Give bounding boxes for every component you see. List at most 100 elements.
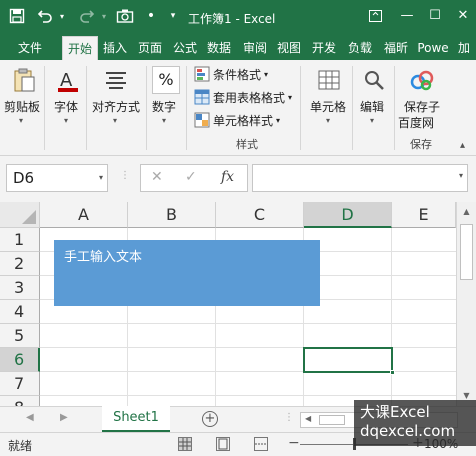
tab-add[interactable]: 加 [454,36,474,60]
name-box[interactable]: D6 ▾ [6,164,108,192]
conditional-format-button[interactable]: 条件格式 ▾ [194,64,268,84]
active-cell-d6[interactable] [303,347,393,373]
row-header-7[interactable]: 7 [0,372,40,396]
cells-caret-icon[interactable]: ▾ [326,116,330,125]
ribbon-collapse-icon[interactable]: ▴ [460,140,465,151]
maximize-button[interactable]: ☐ [422,6,448,26]
number-label[interactable]: 数字 [152,98,176,115]
page-layout-view-icon[interactable] [216,437,230,451]
text-box-shape[interactable]: 手工输入文本 [54,240,320,306]
redo-dropdown-icon[interactable]: ▾ [98,4,110,28]
watermark-line-1: 大课Excel [360,403,430,421]
tab-review[interactable]: 审阅 [240,36,270,60]
save-to-baidu-label-2[interactable]: 百度网 [398,114,434,131]
row-header-1[interactable]: 1 [0,228,40,252]
ribbon-display-options-button[interactable] [362,6,388,26]
conditional-format-label: 条件格式 [213,67,262,82]
fill-handle[interactable] [390,370,395,375]
cancel-icon[interactable]: ✕ [151,169,163,185]
zoom-out-button[interactable]: − [288,435,300,451]
format-as-table-caret-icon: ▾ [288,92,293,102]
redo-icon[interactable] [76,4,98,28]
row-header-2[interactable]: 2 [0,252,40,276]
expand-formula-bar-icon[interactable]: ▾ [459,171,463,180]
add-sheet-icon[interactable]: + [202,411,218,427]
window-title: 工作簿1 - Excel [188,12,276,26]
undo-dropdown-icon[interactable]: ▾ [56,4,68,28]
column-header-a[interactable]: A [40,202,128,228]
clipboard-caret-icon[interactable]: ▾ [19,116,23,125]
format-as-table-label: 套用表格格式 [213,90,286,105]
column-header-e[interactable]: E [392,202,456,228]
cells-label[interactable]: 单元格 [310,98,346,115]
tab-view[interactable]: 视图 [274,36,304,60]
scroll-up-icon[interactable]: ▲ [459,204,474,220]
editing-label[interactable]: 编辑 [360,98,384,115]
font-color-icon[interactable]: A [54,66,82,94]
row-header-5[interactable]: 5 [0,324,40,348]
sheet-tab-sheet1[interactable]: Sheet1 [102,406,170,432]
gridline [391,228,392,406]
minimize-button[interactable]: — [394,6,420,26]
camera-icon[interactable] [114,4,136,28]
clipboard-label[interactable]: 剪贴板 [4,98,40,115]
ribbon: 剪贴板 ▾ A 字体 ▾ 对齐方式 ▾ % 数字 ▾ 条件格式 ▾ 套用表格格式… [0,60,476,156]
formula-bar-splitter[interactable]: ⋮ [120,170,130,181]
editing-caret-icon[interactable]: ▾ [370,116,374,125]
cells-icon[interactable] [315,66,343,94]
number-caret-icon[interactable]: ▾ [162,116,166,125]
sheet-prev-icon[interactable]: ◀ [26,412,34,423]
qat-separator-dot: • [146,8,156,24]
row-header-6[interactable]: 6 [0,348,40,372]
cell-styles-button[interactable]: 单元格样式 ▾ [194,110,280,130]
number-format-icon[interactable]: % [152,66,180,94]
formula-input[interactable]: ▾ [252,164,468,192]
customize-qat-icon[interactable]: ▾ [166,4,180,28]
horizontal-scroll-thumb[interactable] [319,415,345,425]
vertical-scroll-thumb[interactable] [460,224,473,280]
row-header-4[interactable]: 4 [0,300,40,324]
separator [186,66,187,150]
alignment-label[interactable]: 对齐方式 [92,98,140,115]
page-break-view-icon[interactable] [254,437,268,451]
font-caret-icon[interactable]: ▾ [64,116,68,125]
tab-page-layout[interactable]: 页面 [134,36,166,60]
row-header-3[interactable]: 3 [0,276,40,300]
baidu-cloud-icon[interactable] [408,66,436,94]
tab-home[interactable]: 开始 [62,36,98,60]
format-as-table-button[interactable]: 套用表格格式 ▾ [194,87,292,107]
sheet-next-icon[interactable]: ▶ [60,412,68,423]
scroll-left-icon[interactable]: ◀ [305,414,311,423]
save-to-baidu-label[interactable]: 保存子 [404,98,440,115]
column-header-b[interactable]: B [128,202,216,228]
tab-formulas[interactable]: 公式 [170,36,200,60]
row-header-8[interactable]: 8 [0,396,40,406]
vertical-scrollbar[interactable]: ▲ ▼ [456,202,476,406]
conditional-format-icon [194,66,210,82]
clipboard-icon[interactable] [10,66,38,94]
tab-file[interactable]: 文件 [8,36,52,60]
name-box-caret-icon[interactable]: ▾ [99,165,103,191]
enter-icon[interactable]: ✓ [185,169,197,185]
tab-splitter-icon[interactable]: ⋮ [284,412,294,423]
alignment-icon[interactable] [102,66,130,94]
column-header-d[interactable]: D [304,202,392,228]
worksheet-grid[interactable]: A B C D E 1 2 3 4 5 6 7 8 手工输入文本 ▲ ▼ [0,202,476,406]
tab-insert[interactable]: 插入 [100,36,130,60]
save-icon[interactable] [6,4,28,28]
undo-icon[interactable] [34,4,56,28]
select-all-button[interactable] [0,202,40,228]
close-button[interactable]: ✕ [450,6,476,26]
normal-view-icon[interactable] [178,437,192,451]
tab-load[interactable]: 负载 [344,36,376,60]
alignment-caret-icon[interactable]: ▾ [113,116,117,125]
insert-function-icon[interactable]: fx [221,169,234,185]
tab-power[interactable]: Powe [416,36,450,60]
tab-foxit[interactable]: 福昕 [380,36,412,60]
tab-data[interactable]: 数据 [204,36,234,60]
column-header-c[interactable]: C [216,202,304,228]
find-icon[interactable] [360,66,388,94]
tab-developer[interactable]: 开发 [308,36,340,60]
font-label[interactable]: 字体 [54,98,78,115]
styles-group-caption: 样式 [236,138,258,151]
